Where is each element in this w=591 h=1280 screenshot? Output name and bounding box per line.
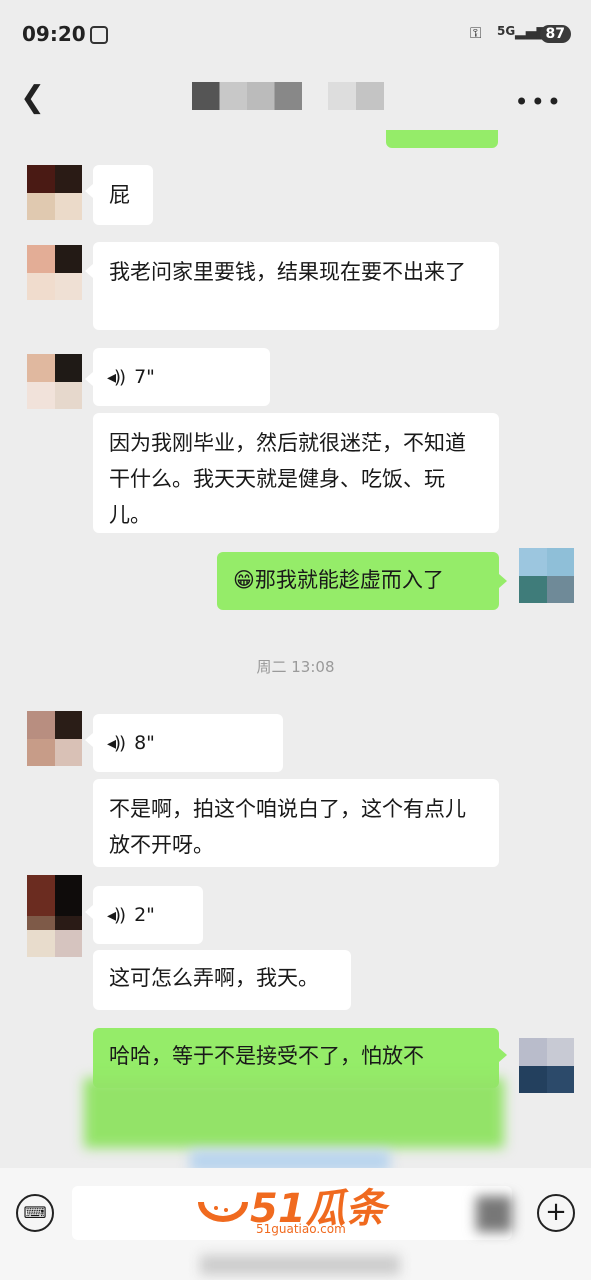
message-bubble[interactable]: 屁 xyxy=(93,165,153,225)
message-bubble[interactable]: 这可怎么弄啊，我天。 xyxy=(93,950,351,1010)
plus-icon[interactable]: + xyxy=(537,1194,575,1232)
avatar[interactable] xyxy=(27,711,82,766)
watermelon-icon xyxy=(198,1202,248,1222)
partial-message-bubble xyxy=(386,130,498,148)
message-bubble[interactable]: 我老问家里要钱，结果现在要不出来了 xyxy=(93,242,499,330)
chat-title-blurred-2 xyxy=(328,82,384,110)
avatar-bottom xyxy=(27,930,82,957)
status-time: 09:20 xyxy=(22,22,86,46)
voice-duration: 8" xyxy=(134,732,155,754)
voice-wave-icon: ◂)) xyxy=(107,366,126,388)
bubble-tail xyxy=(499,1048,507,1062)
message-text: 那我就能趁虚而入了 xyxy=(254,568,444,592)
bubble-tail xyxy=(85,733,93,747)
keyboard-icon[interactable]: ⌨ xyxy=(16,1194,54,1232)
bubble-tail xyxy=(85,184,93,198)
status-bar: 09:20 ⚿ 5G ▂▄▆ 87 xyxy=(0,0,591,72)
voice-message[interactable]: ◂)) 2" xyxy=(93,886,203,944)
voice-message[interactable]: ◂)) 7" xyxy=(93,348,270,406)
voice-message[interactable]: ◂)) 8" xyxy=(93,714,283,772)
message-bubble-self[interactable]: 😁那我就能趁虚而入了 xyxy=(217,552,499,610)
key-icon: ⚿ xyxy=(470,24,482,42)
avatar-self[interactable] xyxy=(519,1038,574,1093)
voice-duration: 7" xyxy=(134,366,155,388)
screenshot-icon xyxy=(90,26,108,44)
avatar-self[interactable] xyxy=(519,548,574,603)
avatar[interactable] xyxy=(27,354,82,409)
watermark-logo: 51瓜条 51guatiao.com xyxy=(196,1176,406,1240)
blurred-emoji-icon xyxy=(476,1196,512,1232)
bubble-tail xyxy=(85,264,93,278)
more-icon[interactable]: ••• xyxy=(515,88,563,116)
bubble-tail xyxy=(85,372,93,386)
network-label: 5G xyxy=(497,24,516,38)
grin-emoji-icon: 😁 xyxy=(233,568,255,592)
blurred-element xyxy=(200,1255,400,1275)
timestamp: 周二 13:08 xyxy=(256,658,335,676)
chevron-left-icon[interactable]: ❮ xyxy=(20,80,45,115)
voice-wave-icon: ◂)) xyxy=(107,732,126,754)
bubble-tail xyxy=(499,574,507,588)
voice-wave-icon: ◂)) xyxy=(107,904,126,926)
avatar[interactable] xyxy=(27,245,82,300)
battery-badge: 87 xyxy=(539,25,571,43)
voice-duration: 2" xyxy=(134,904,155,926)
chat-title-blurred xyxy=(192,82,302,110)
message-bubble[interactable]: 不是啊，拍这个咱说白了，这个有点儿放不开呀。 xyxy=(93,779,499,867)
avatar[interactable] xyxy=(27,165,82,220)
blurred-message xyxy=(84,1078,504,1148)
watermark-url: 51guatiao.com xyxy=(256,1222,346,1236)
bubble-tail xyxy=(85,905,93,919)
message-bubble[interactable]: 因为我刚毕业，然后就很迷茫，不知道干什么。我天天就是健身、吃饭、玩儿。 xyxy=(93,413,499,533)
